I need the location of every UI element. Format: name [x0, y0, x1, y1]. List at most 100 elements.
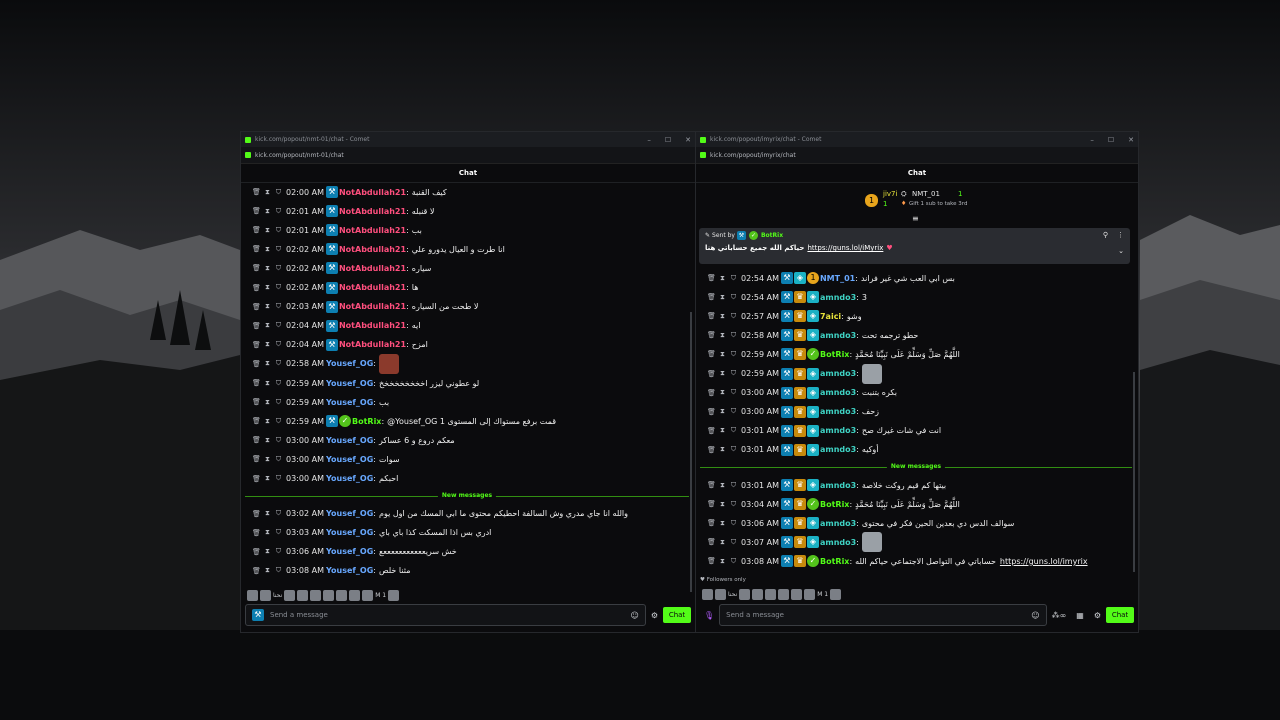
trash-icon[interactable]: 🗑 — [251, 455, 262, 463]
trash-icon[interactable]: 🗑 — [706, 500, 717, 508]
emoji-icon[interactable]: ☺ — [1031, 611, 1039, 620]
message-username[interactable]: amndo3 — [820, 388, 856, 397]
trash-icon[interactable]: 🗑 — [706, 274, 717, 282]
minimize-icon[interactable]: – — [647, 136, 651, 144]
ban-icon[interactable]: ⛉ — [728, 407, 739, 416]
message-username[interactable]: 7aici — [820, 312, 841, 321]
trash-icon[interactable]: 🗑 — [251, 188, 262, 196]
avatar[interactable] — [804, 588, 816, 600]
timeout-icon[interactable]: ⧗ — [717, 331, 728, 340]
timeout-icon[interactable]: ⧗ — [262, 226, 273, 235]
message-username[interactable]: Yousef_OG — [326, 528, 373, 537]
trash-icon[interactable]: 🗑 — [706, 312, 717, 320]
trash-icon[interactable]: 🗑 — [706, 446, 717, 454]
timeout-icon[interactable]: ⧗ — [717, 426, 728, 435]
timeout-icon[interactable]: ⧗ — [262, 321, 273, 330]
message-username[interactable]: Yousef_OG — [326, 436, 373, 445]
ban-icon[interactable]: ⛉ — [728, 426, 739, 435]
scrollbar[interactable] — [690, 312, 692, 592]
message-username[interactable]: Yousef_OG — [326, 547, 373, 556]
timeout-icon[interactable]: ⧗ — [262, 436, 273, 445]
message-username[interactable]: NotAbdullah21 — [339, 188, 406, 197]
gear-icon[interactable]: ⚙ — [1094, 611, 1101, 620]
chat-button[interactable]: Chat — [1106, 607, 1134, 623]
ban-icon[interactable]: ⛉ — [728, 445, 739, 454]
avatar[interactable] — [830, 588, 842, 600]
message-username[interactable]: NotAbdullah21 — [339, 302, 406, 311]
message-username[interactable]: amndo3 — [820, 481, 856, 490]
timeout-icon[interactable]: ⧗ — [262, 340, 273, 349]
message-input[interactable]: Send a message ☺ — [719, 604, 1047, 626]
message-username[interactable]: amndo3 — [820, 369, 856, 378]
trash-icon[interactable]: 🗑 — [706, 519, 717, 527]
ban-icon[interactable]: ⛉ — [273, 379, 284, 388]
message-username[interactable]: Yousef_OG — [326, 455, 373, 464]
timeout-icon[interactable]: ⧗ — [262, 509, 273, 518]
message-username[interactable]: BotRix — [820, 350, 849, 359]
timeout-icon[interactable]: ⧗ — [717, 481, 728, 490]
ban-icon[interactable]: ⛉ — [728, 369, 739, 378]
trash-icon[interactable]: 🗑 — [706, 389, 717, 397]
message-username[interactable]: amndo3 — [820, 426, 856, 435]
message-username[interactable]: amndo3 — [820, 407, 856, 416]
message-username[interactable]: BotRix — [820, 500, 849, 509]
trash-icon[interactable]: 🗑 — [251, 475, 262, 483]
timeout-icon[interactable]: ⧗ — [717, 538, 728, 547]
ban-icon[interactable]: ⛉ — [273, 398, 284, 407]
ban-icon[interactable]: ⛉ — [728, 481, 739, 490]
timeout-icon[interactable]: ⧗ — [717, 557, 728, 566]
avatar[interactable] — [349, 589, 361, 601]
trash-icon[interactable]: 🗑 — [706, 370, 717, 378]
address-bar[interactable]: kick.com/popout/imyrix/chat — [696, 147, 1138, 164]
address-bar[interactable]: kick.com/popout/nmt-01/chat — [241, 147, 695, 164]
ban-icon[interactable]: ⛉ — [728, 388, 739, 397]
ban-icon[interactable]: ⛉ — [273, 302, 284, 311]
trash-icon[interactable]: 🗑 — [251, 398, 262, 406]
message-username[interactable]: NotAbdullah21 — [339, 264, 406, 273]
minimize-icon[interactable]: – — [1090, 136, 1094, 144]
trash-icon[interactable]: 🗑 — [251, 303, 262, 311]
ban-icon[interactable]: ⛉ — [273, 455, 284, 464]
close-icon[interactable]: ✕ — [685, 136, 691, 144]
trash-icon[interactable]: 🗑 — [251, 226, 262, 234]
trash-icon[interactable]: 🗑 — [706, 481, 717, 489]
more-icon[interactable]: ⋮ — [1117, 231, 1124, 239]
message-username[interactable]: NotAbdullah21 — [339, 283, 406, 292]
trash-icon[interactable]: 🗑 — [251, 548, 262, 556]
message-username[interactable]: Yousef_OG — [326, 359, 373, 368]
ban-icon[interactable]: ⛉ — [273, 264, 284, 273]
timeout-icon[interactable]: ⧗ — [262, 379, 273, 388]
avatar[interactable] — [284, 589, 296, 601]
timeout-icon[interactable]: ⧗ — [262, 264, 273, 273]
message-link[interactable]: https://guns.lol/imyrix — [1000, 557, 1088, 566]
message-username[interactable]: NotAbdullah21 — [339, 207, 406, 216]
message-username[interactable]: amndo3 — [820, 293, 856, 302]
avatar[interactable] — [260, 589, 271, 601]
avatar[interactable] — [388, 589, 400, 601]
avatar[interactable] — [702, 588, 713, 600]
timeout-icon[interactable]: ⧗ — [262, 566, 273, 575]
ban-icon[interactable]: ⛉ — [273, 340, 284, 349]
timeout-icon[interactable]: ⧗ — [717, 445, 728, 454]
message-username[interactable]: NotAbdullah21 — [339, 340, 406, 349]
timeout-icon[interactable]: ⧗ — [262, 398, 273, 407]
ban-icon[interactable]: ⛉ — [728, 312, 739, 321]
timeout-icon[interactable]: ⧗ — [262, 283, 273, 292]
message-username[interactable]: Yousef_OG — [326, 379, 373, 388]
timeout-icon[interactable]: ⧗ — [262, 417, 273, 426]
avatar[interactable] — [297, 589, 309, 601]
message-username[interactable]: amndo3 — [820, 519, 856, 528]
avatar[interactable] — [247, 589, 258, 601]
avatar[interactable] — [739, 588, 751, 600]
trash-icon[interactable]: 🗑 — [251, 567, 262, 575]
avatar[interactable] — [323, 589, 335, 601]
trash-icon[interactable]: 🗑 — [251, 379, 262, 387]
message-username[interactable]: amndo3 — [820, 538, 856, 547]
message-username[interactable]: amndo3 — [820, 445, 856, 454]
gear-icon[interactable]: ⚙ — [651, 611, 658, 620]
timeout-icon[interactable]: ⧗ — [717, 500, 728, 509]
avatar[interactable] — [752, 588, 764, 600]
timeout-icon[interactable]: ⧗ — [717, 519, 728, 528]
ban-icon[interactable]: ⛉ — [728, 293, 739, 302]
timeout-icon[interactable]: ⧗ — [717, 312, 728, 321]
